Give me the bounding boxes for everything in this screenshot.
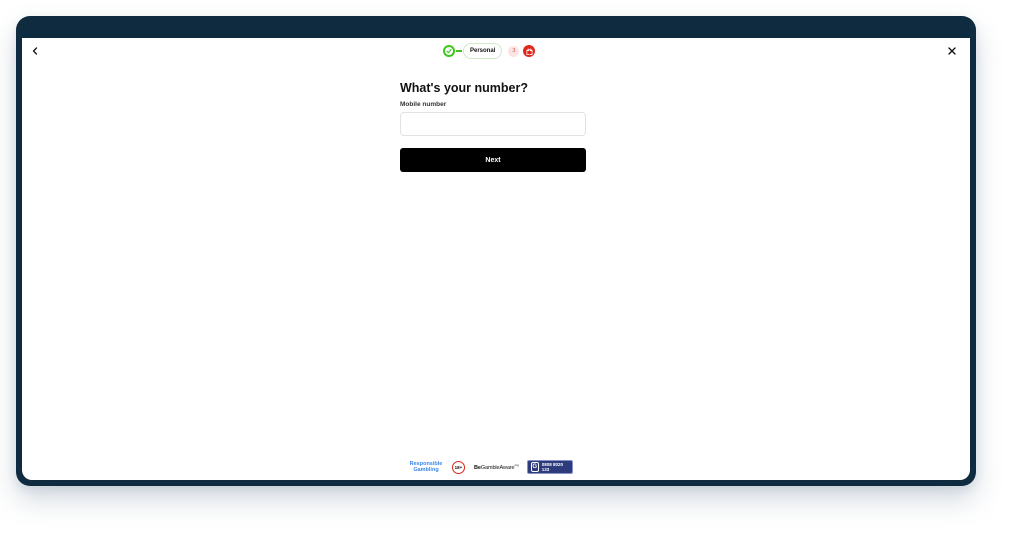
step-pending: 3 <box>508 45 520 57</box>
responsible-gambling-logo[interactable]: Responsible Gambling <box>406 461 446 474</box>
chevron-left-icon <box>32 47 38 55</box>
back-button[interactable] <box>27 43 43 59</box>
phone-form: What's your number? Mobile number Next <box>400 81 586 172</box>
progress-stepper: Personal 3 <box>443 43 536 59</box>
responsible-gambling-footer: Responsible Gambling 18+ BeGambleAwareor… <box>406 459 573 475</box>
next-button[interactable]: Next <box>400 148 586 172</box>
age-restriction-badge: 18+ <box>452 460 465 474</box>
gamcare-helpline-badge[interactable]: G 0808 8020 133 <box>526 460 573 474</box>
check-icon <box>446 49 452 54</box>
page-title: What's your number? <box>400 81 528 95</box>
device-frame: Personal 3 What's your number? Mobile nu… <box>16 16 976 486</box>
mobile-number-input[interactable] <box>400 112 586 136</box>
mobile-number-label: Mobile number <box>400 101 447 108</box>
step-final-reward <box>523 45 536 57</box>
step-connector <box>456 50 462 52</box>
begambleaware-text: GambleAware <box>480 464 515 471</box>
app-screen: Personal 3 What's your number? Mobile nu… <box>22 38 970 480</box>
begambleaware-suffix: org <box>514 463 519 468</box>
gamcare-phone: 0808 8020 133 <box>541 462 564 472</box>
responsible-line-2: Gambling <box>413 467 439 473</box>
top-bar: Personal 3 <box>22 38 970 64</box>
step-current-personal: Personal <box>463 43 503 59</box>
gamcare-icon: G <box>530 462 539 472</box>
begambleaware-bold: Be <box>474 464 481 471</box>
close-icon <box>948 47 956 55</box>
close-button[interactable] <box>944 43 960 59</box>
gift-icon <box>526 48 533 55</box>
step-completed <box>443 45 455 57</box>
begambleaware-logo[interactable]: BeGambleAwareorg <box>474 463 519 471</box>
